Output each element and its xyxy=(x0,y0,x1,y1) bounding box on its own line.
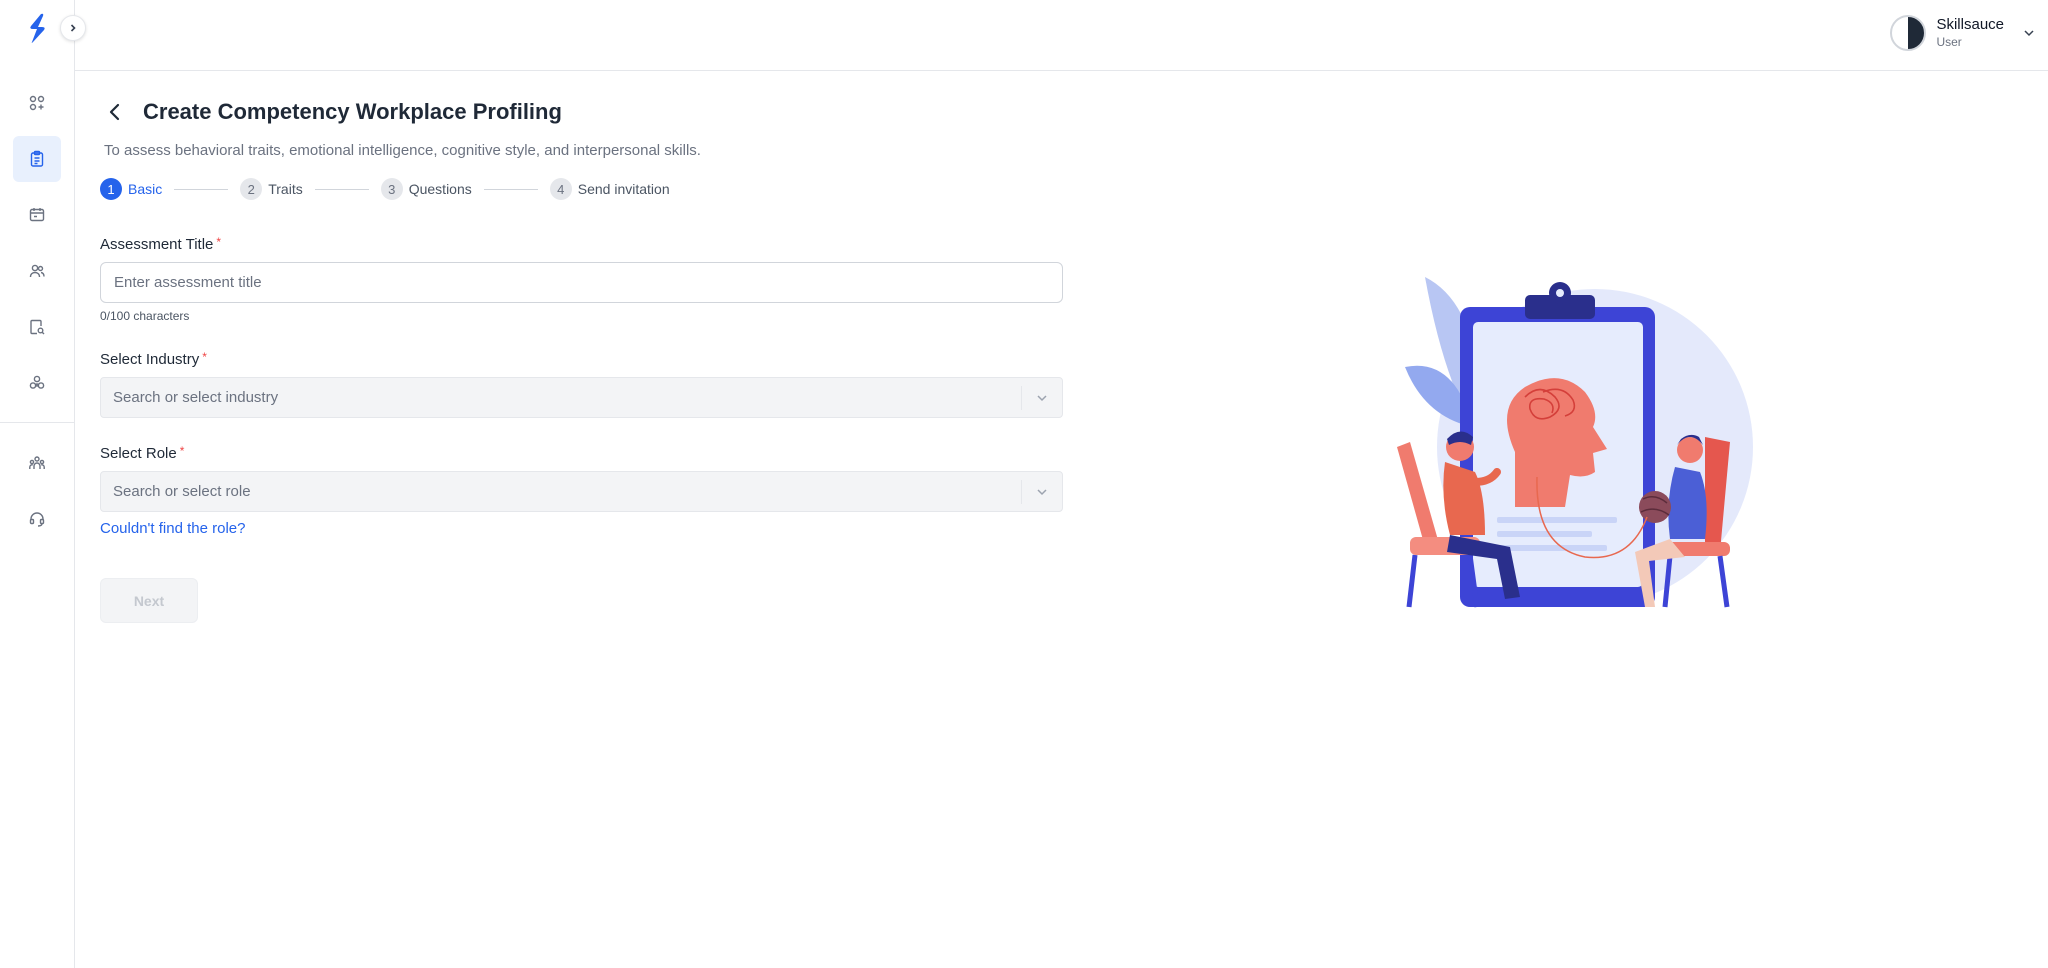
psychology-illustration xyxy=(1397,277,1753,608)
sidebar-item-dashboard[interactable] xyxy=(13,80,61,126)
next-button[interactable]: Next xyxy=(100,578,198,623)
team-icon xyxy=(29,456,45,469)
sidebar-toggle-button[interactable] xyxy=(60,15,86,41)
sidebar-item-candidates[interactable] xyxy=(13,248,61,294)
assessment-title-input[interactable] xyxy=(100,262,1063,303)
step-number: 2 xyxy=(240,178,263,200)
sidebar-item-assessments[interactable] xyxy=(13,136,61,182)
page-subtitle: To assess behavioral traits, emotional i… xyxy=(104,142,701,159)
step-number: 3 xyxy=(380,178,403,200)
page-title: Create Competency Workplace Profiling xyxy=(143,99,562,124)
clipboard-icon xyxy=(30,150,44,167)
user-name: Skillsauce xyxy=(1936,16,2004,34)
top-bar: Skillsauce User xyxy=(75,0,2048,71)
main-content: Create Competency Workplace Profiling To… xyxy=(75,72,2048,968)
stepper: 1 Basic 2 Traits 3 Questions 4 Send invi… xyxy=(100,178,670,200)
sidebar-item-reports[interactable] xyxy=(13,304,61,350)
step-questions[interactable]: 3 Questions xyxy=(380,178,472,200)
step-number: 4 xyxy=(549,178,572,200)
role-select[interactable]: Search or select role xyxy=(100,471,1063,512)
industry-select[interactable]: Search or select industry xyxy=(100,377,1063,418)
assessment-title-label: Assessment Title * xyxy=(100,235,222,253)
step-label: Send invitation xyxy=(577,181,670,197)
sidebar-divider xyxy=(0,422,74,423)
back-arrow-icon[interactable] xyxy=(103,100,127,124)
required-mark: * xyxy=(216,235,222,249)
required-mark: * xyxy=(202,350,207,364)
industry-label: Select Industry * xyxy=(100,350,207,368)
sidebar-item-team[interactable] xyxy=(13,440,61,486)
step-connector xyxy=(483,188,538,190)
step-connector xyxy=(174,188,229,190)
users-icon xyxy=(29,264,45,278)
sidebar xyxy=(0,0,75,968)
headset-icon xyxy=(29,512,45,527)
chevron-right-icon xyxy=(70,24,76,32)
calendar-icon xyxy=(29,208,45,222)
chevron-down-icon xyxy=(1022,391,1062,405)
sidebar-item-schedule[interactable] xyxy=(13,192,61,238)
step-label: Questions xyxy=(408,181,472,197)
step-number: 1 xyxy=(100,178,122,200)
step-label: Basic xyxy=(128,181,163,197)
step-connector xyxy=(314,188,369,190)
dashboard-icon xyxy=(29,95,45,111)
user-menu[interactable]: Skillsauce User xyxy=(1890,15,2036,51)
industry-select-placeholder: Search or select industry xyxy=(113,389,279,406)
sidebar-item-support[interactable] xyxy=(13,496,61,542)
app-logo[interactable] xyxy=(24,12,50,46)
document-search-icon xyxy=(30,319,45,335)
role-not-found-link[interactable]: Couldn't find the role? xyxy=(100,520,245,537)
sidebar-item-competencies[interactable] xyxy=(13,360,61,406)
chevron-down-icon xyxy=(2024,30,2034,37)
step-basic[interactable]: 1 Basic xyxy=(100,178,162,200)
character-count: 0/100 characters xyxy=(100,309,190,323)
user-role: User xyxy=(1936,34,1962,49)
chevron-down-icon xyxy=(1022,485,1062,499)
required-mark: * xyxy=(179,444,185,458)
step-traits[interactable]: 2 Traits xyxy=(240,178,303,200)
role-label: Select Role * xyxy=(100,444,185,462)
apps-icon xyxy=(29,375,45,389)
step-send-invitation[interactable]: 4 Send invitation xyxy=(549,178,670,200)
role-select-placeholder: Search or select role xyxy=(113,483,251,500)
step-label: Traits xyxy=(268,181,303,197)
avatar xyxy=(1890,15,1927,51)
